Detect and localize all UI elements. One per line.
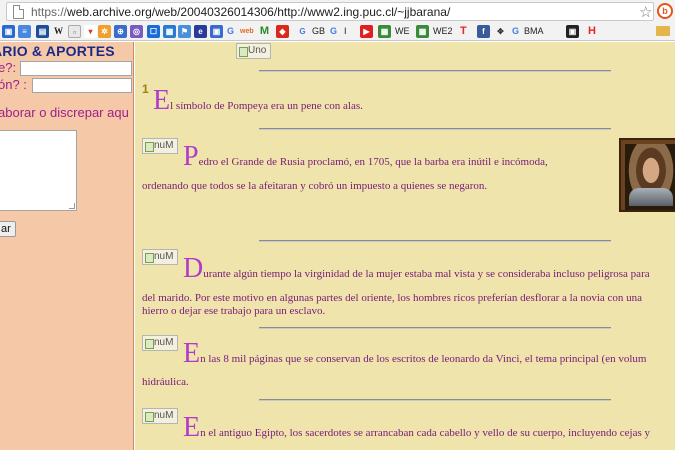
fact-text: l símbolo de Pompeya era un pene con ala…: [170, 100, 363, 112]
bookmark-icon[interactable]: ✲: [98, 25, 111, 38]
fact-text-line: del marido. Por este motivo en algunas p…: [142, 292, 643, 304]
drop-cap: E: [153, 85, 171, 116]
divider: [259, 327, 611, 329]
bookmark-google[interactable]: G: [227, 25, 234, 38]
bookmark-star-icon[interactable]: ☆: [639, 3, 652, 21]
bookmark-icon[interactable]: ⊕: [114, 25, 127, 38]
url-protocol: https://: [31, 5, 68, 19]
drop-cap: E: [183, 412, 201, 443]
fact-text: n las 8 mil páginas que se conservan de …: [200, 353, 647, 365]
name-input[interactable]: [20, 61, 132, 76]
drop-cap: E: [183, 338, 201, 369]
bookmark-i[interactable]: I: [344, 25, 347, 38]
bookmark-icon[interactable]: e: [194, 25, 207, 38]
name-label: e?:: [0, 60, 17, 75]
main-frame: Uno 1 El símbolo de Pompeya era un pene …: [135, 42, 675, 450]
drop-cap: D: [183, 253, 204, 284]
fact-text: urante algún tiempo la virginidad de la …: [203, 268, 650, 280]
bookmarks-bar: ▣ ≡ ▤ W ▫ ▾ ✲ ⊕ ◎ ☐ ▦ ⚑ e ▣ G web M ◆ G …: [0, 22, 675, 41]
divider: [259, 240, 611, 242]
bookmark-wikipedia[interactable]: W: [54, 25, 63, 38]
extension-icon[interactable]: b: [657, 3, 673, 19]
bookmark-icon[interactable]: ▦: [416, 25, 429, 38]
fact-text-line: ordenando que todos se la afeitaran y co…: [142, 180, 488, 192]
page-icon: [13, 5, 24, 19]
fact-text-line: hidráulica.: [142, 376, 189, 388]
bookmark-icon[interactable]: web: [240, 25, 254, 38]
bookmark-google-2[interactable]: G: [330, 25, 337, 38]
email-input[interactable]: [32, 78, 132, 93]
bookmark-icon[interactable]: ▣: [2, 25, 15, 38]
bookmark-icon[interactable]: ▣: [566, 25, 579, 38]
bookmark-icon[interactable]: ◆: [276, 25, 289, 38]
bookmark-icon[interactable]: ▦: [378, 25, 391, 38]
bookmark-icon[interactable]: ▾: [84, 25, 97, 38]
bookmark-icon[interactable]: M: [258, 25, 271, 38]
bookmark-icon[interactable]: ✥: [494, 25, 507, 38]
bookmark-t[interactable]: T: [460, 25, 467, 38]
bookmark-we[interactable]: WE: [395, 25, 410, 38]
form-title: ARIO & APORTES: [0, 43, 115, 59]
fact-1: El símbolo de Pompeya era un pene con al…: [153, 85, 363, 116]
fact-image: nuM: [142, 138, 178, 154]
comment-prompt: aborar o discrepar aqu: [0, 105, 129, 120]
fact-2: Pedro el Grande de Rusia proclamó, en 17…: [183, 141, 548, 172]
bookmark-bma[interactable]: BMA: [524, 25, 544, 38]
bookmark-icon[interactable]: ◎: [130, 25, 143, 38]
drop-cap: P: [183, 141, 199, 172]
bookmark-icon[interactable]: ▤: [36, 25, 49, 38]
header-image: Uno: [236, 43, 271, 59]
bookmark-we2[interactable]: WE2: [433, 25, 453, 38]
bookmark-icon[interactable]: ≡: [18, 25, 31, 38]
bookmark-icon[interactable]: ▦: [163, 25, 176, 38]
fact-image: nuM: [142, 249, 178, 265]
bookmark-google-3[interactable]: G: [512, 25, 519, 38]
bookmark-facebook-icon[interactable]: f: [477, 25, 490, 38]
bookmark-youtube-icon[interactable]: ▶: [360, 25, 373, 38]
fact-image: nuM: [142, 408, 178, 424]
email-label: ón? :: [0, 77, 27, 92]
comment-textarea[interactable]: [0, 130, 77, 211]
portrait-image: [619, 138, 675, 212]
fact-text: edro el Grande de Rusia proclamó, en 170…: [198, 156, 548, 168]
url-path: web.archive.org/web/20040326014306/http:…: [67, 5, 451, 19]
left-frame: ARIO & APORTES e?: ón? : aborar o discre…: [0, 42, 134, 450]
bookmark-h[interactable]: H: [588, 25, 596, 38]
bookmark-icon[interactable]: ▫: [68, 25, 81, 38]
url-text[interactable]: https://web.archive.org/web/200403260143…: [31, 5, 450, 19]
bookmark-icon[interactable]: ☐: [147, 25, 160, 38]
divider: [259, 70, 611, 72]
bookmark-icon[interactable]: ⚑: [178, 25, 191, 38]
fact-image: nuM: [142, 335, 178, 351]
fact-text-line: hierro o dejar ese trabajo para un escla…: [142, 305, 326, 317]
bookmark-gb[interactable]: GB: [312, 25, 325, 38]
bookmark-icon[interactable]: ▣: [210, 25, 223, 38]
divider: [259, 399, 611, 401]
bullet-icon: 1: [142, 82, 149, 96]
fact-4: En las 8 mil páginas que se conservan de…: [183, 338, 647, 369]
submit-button[interactable]: ar: [0, 221, 16, 237]
portrait-collar: [629, 188, 673, 206]
folder-icon[interactable]: [656, 26, 670, 36]
fact-5: En el antiguo Egipto, los sacerdotes se …: [183, 412, 651, 443]
address-bar[interactable]: https://web.archive.org/web/200403260143…: [6, 2, 654, 21]
browser-toolbar: https://web.archive.org/web/200403260143…: [0, 0, 675, 22]
bookmark-icon[interactable]: G: [296, 25, 309, 38]
fact-text: n el antiguo Egipto, los sacerdotes se a…: [200, 427, 651, 439]
divider: [259, 128, 611, 130]
fact-3: Durante algún tiempo la virginidad de la…: [183, 253, 650, 284]
